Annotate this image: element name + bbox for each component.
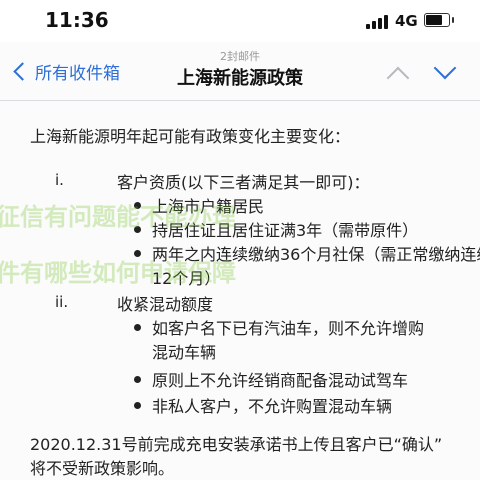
list-item-continued: 混动车辆 (152, 343, 217, 362)
status-bar: 11:36 4G (0, 0, 480, 42)
previous-message-icon[interactable] (386, 66, 410, 90)
battery-nub (452, 17, 454, 23)
network-label: 4G (395, 12, 418, 30)
section-heading: 收紧混动额度 (117, 295, 214, 314)
bullet-icon (134, 376, 141, 383)
message-body: 上海新能源明年起可能有政策变化主要变化： i. 客户资质(以下三者满足其一即可)… (0, 101, 480, 480)
next-message-icon[interactable] (433, 56, 457, 80)
mail-nav-bar: 所有收件箱 2封邮件 上海新能源政策 (0, 42, 480, 101)
status-time: 11:36 (45, 8, 109, 32)
bullet-icon (134, 402, 141, 409)
back-button[interactable]: 所有收件箱 (10, 58, 120, 84)
note-text-continued: 将不受新政策影响。 (30, 459, 175, 478)
bullet-icon (134, 324, 141, 331)
section-numeral: i. (55, 171, 64, 189)
list-item: 如客户名下已有汽油车，则不允许增购 (152, 319, 425, 338)
section-numeral: ii. (55, 293, 69, 311)
intro-text: 上海新能源明年起可能有政策变化主要变化： (30, 127, 351, 146)
watermark-text: 件有哪些如何申请保障 (0, 259, 236, 287)
section-heading: 客户资质(以下三者满足其一即可)： (117, 173, 370, 192)
battery-icon (424, 13, 454, 27)
note-text: 2020.12.31号前完成充电安装承诺书上传且客户已“确认” (30, 435, 443, 454)
battery-fill (426, 15, 442, 25)
list-item: 非私人客户，不允许购置混动车辆 (152, 397, 393, 416)
page-title: 上海新能源政策 (177, 68, 303, 89)
signal-icon (366, 15, 390, 29)
list-item: 原则上不允许经销商配备混动试驾车 (152, 371, 409, 390)
back-label: 所有收件箱 (35, 63, 120, 84)
message-count: 2封邮件 (220, 50, 260, 63)
chevron-left-icon (13, 61, 32, 81)
watermark-text: 征信有问题能不能办理 (0, 203, 236, 231)
